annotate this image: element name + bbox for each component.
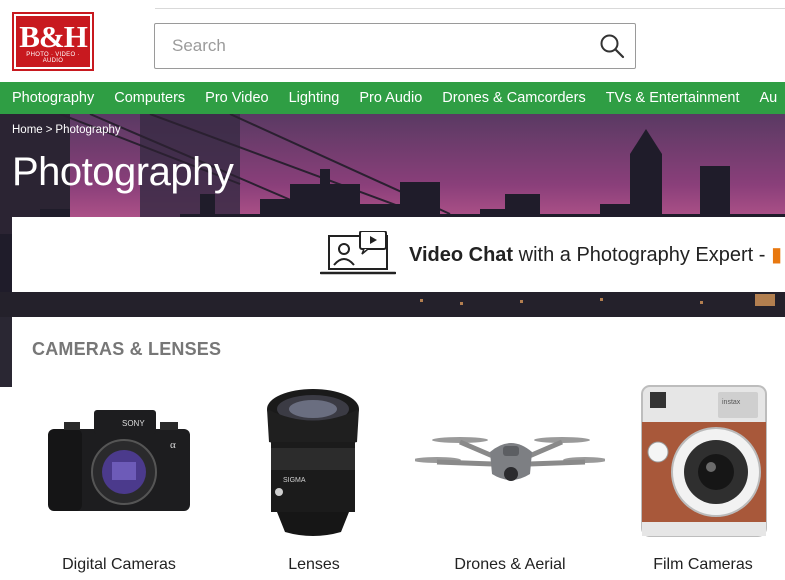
category-tile-film-cameras[interactable]: instax Film Cameras xyxy=(608,382,785,580)
svg-text:instax: instax xyxy=(722,399,741,406)
instant-camera-icon: instax xyxy=(641,385,767,537)
search-input[interactable] xyxy=(155,24,575,68)
hero-bottom-strip xyxy=(0,317,12,387)
nav-item-computers[interactable]: Computers xyxy=(102,82,185,114)
page: B&H PHOTO · VIDEO · AUDIO PhotographyCom… xyxy=(0,0,785,580)
tile-label: Drones & Aerial xyxy=(454,556,566,573)
mirrorless-camera-icon: SONY α xyxy=(48,410,190,511)
breadcrumb-separator: > xyxy=(45,124,53,136)
hero-banner: Home > Photography Photography Video Chat … xyxy=(0,114,785,317)
nav-item-audio[interactable]: Au xyxy=(747,82,777,114)
search-button[interactable] xyxy=(599,33,625,59)
breadcrumb-home[interactable]: Home xyxy=(12,124,43,136)
nav-item-tvs-entertainment[interactable]: TVs & Entertainment xyxy=(594,82,740,114)
tile-label: Film Cameras xyxy=(653,556,753,573)
nav-item-pro-audio[interactable]: Pro Audio xyxy=(347,82,422,114)
search-box xyxy=(154,23,636,69)
search-icon xyxy=(600,34,625,59)
video-chat-bold: Video Chat xyxy=(409,244,514,266)
top-divider xyxy=(155,8,785,9)
nav-item-photography[interactable]: Photography xyxy=(0,82,94,114)
category-tile-lenses[interactable]: SIGMA Lenses xyxy=(219,382,409,580)
nav-item-lighting[interactable]: Lighting xyxy=(277,82,340,114)
section-title: CAMERAS & LENSES xyxy=(32,339,222,359)
nav-item-pro-video[interactable]: Pro Video xyxy=(193,82,268,114)
main-nav: Photography Computers Pro Video Lighting Pro… xyxy=(0,82,785,114)
video-chat-rest: with a Photography Expert - xyxy=(513,244,772,266)
svg-text:SONY: SONY xyxy=(122,419,145,428)
logo-subtext: PHOTO · VIDEO · AUDIO xyxy=(26,52,80,64)
nav-item-drones-camcorders[interactable]: Drones & Camcorders xyxy=(430,82,585,114)
breadcrumb: Home > Photography xyxy=(12,124,121,136)
drone-icon xyxy=(415,437,605,481)
page-title: Photography xyxy=(12,150,234,194)
tile-label: Lenses xyxy=(288,556,340,573)
video-chat-banner[interactable]: Video Chat with a Photography Expert - ▮ xyxy=(12,217,785,292)
logo-mark: B&H xyxy=(19,19,88,54)
breadcrumb-current: Photography xyxy=(55,124,121,136)
video-chat-text: Video Chat with a Photography Expert - ▮ xyxy=(409,242,782,267)
bh-logo[interactable]: B&H PHOTO · VIDEO · AUDIO xyxy=(12,12,94,71)
logo-box: B&H PHOTO · VIDEO · AUDIO xyxy=(16,16,90,67)
svg-text:α: α xyxy=(170,439,176,451)
video-chat-icon xyxy=(320,231,396,275)
category-tile-drones[interactable]: Drones & Aerial xyxy=(415,382,605,580)
cameras-lenses-section: CAMERAS & LENSES SONY α Digital Cameras xyxy=(12,317,785,580)
category-tile-digital-cameras[interactable]: SONY α Digital Cameras xyxy=(24,382,214,580)
camera-lens-icon: SIGMA xyxy=(267,389,359,536)
video-chat-accent: ▮ xyxy=(771,244,783,266)
tile-label: Digital Cameras xyxy=(62,556,176,573)
svg-text:SIGMA: SIGMA xyxy=(283,477,306,484)
